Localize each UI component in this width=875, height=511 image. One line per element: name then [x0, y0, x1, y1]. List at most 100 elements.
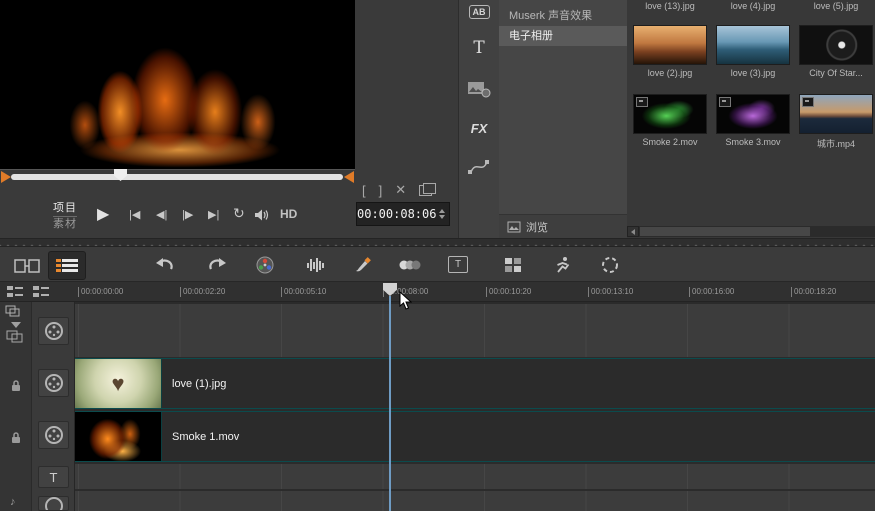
record-capture-button[interactable]	[252, 251, 278, 278]
transition-ab-icon: AB	[469, 5, 490, 19]
video-track-button[interactable]	[38, 317, 69, 345]
folder-item-muserk[interactable]: Muserk 声音效果	[499, 6, 627, 26]
library-category-toolbar: AB T FX	[458, 0, 500, 238]
video-editor-window: [ ] ✕ 项目 素材 ▶ |◀ ◀| |▶ ▶| ↻ HD 00:00:08:…	[0, 0, 875, 511]
trim-tools: [ ] ✕	[362, 182, 432, 198]
effects-button[interactable]	[396, 251, 424, 278]
prev-frame-button[interactable]: ◀|	[156, 208, 167, 221]
library-item-label[interactable]: love (2).jpg	[633, 68, 707, 78]
browse-button[interactable]: 浏览	[499, 214, 627, 238]
hd-toggle-button[interactable]: HD	[280, 207, 297, 221]
trim-handle-start[interactable]	[1, 171, 11, 183]
scroll-left-arrow-icon[interactable]	[627, 226, 639, 237]
library-thumbnail-smoke3[interactable]	[716, 94, 790, 134]
scrollbar-thumb[interactable]	[640, 227, 810, 236]
clip-smoke1[interactable]: Smoke 1.mov	[75, 411, 875, 462]
timeline-view-button[interactable]	[48, 251, 86, 280]
collapse-tracks-icon[interactable]	[11, 322, 21, 328]
title-track-row[interactable]	[75, 464, 875, 489]
film-reel-icon	[43, 320, 65, 342]
library-item-label[interactable]: Smoke 2.mov	[633, 137, 707, 147]
track-view-button-2[interactable]	[32, 283, 50, 301]
mouse-cursor	[399, 291, 412, 310]
music-track-row[interactable]	[75, 491, 875, 511]
playhead-line	[389, 296, 391, 511]
mode-clip-label[interactable]: 素材	[53, 215, 77, 231]
play-button[interactable]: ▶	[97, 204, 109, 224]
mark-out-button[interactable]: ]	[379, 183, 383, 198]
timeline-ruler[interactable]: 00:00:00:00 00:00:02:20 00:00:05:10 00:0…	[0, 282, 875, 302]
next-frame-button[interactable]: |▶	[182, 208, 193, 221]
undo-button[interactable]	[152, 251, 178, 278]
title-track-button[interactable]: T	[38, 466, 69, 488]
subtitle-editor-button[interactable]: T	[445, 251, 471, 278]
volume-icon[interactable]	[254, 208, 270, 222]
ruler-label: 00:00:13:10	[588, 287, 633, 297]
video-file-badge-icon	[636, 97, 648, 107]
loop-region-button[interactable]	[597, 251, 623, 278]
library-thumbnail-city[interactable]	[799, 94, 873, 134]
folder-item-album-selected[interactable]: 电子相册	[499, 26, 627, 46]
ruler-label: 00:00:10:20	[486, 287, 531, 297]
motion-path-icon	[467, 158, 491, 176]
library-item-label[interactable]: love (13).jpg	[633, 1, 707, 11]
browse-label: 浏览	[526, 219, 548, 235]
graphic-icon	[467, 80, 491, 98]
title-category-button[interactable]: T	[459, 38, 499, 58]
library-item-label[interactable]: love (4).jpg	[716, 1, 790, 11]
timecode-value: 00:00:08:06	[357, 207, 436, 221]
overlay-track-1-button[interactable]	[38, 369, 69, 397]
preview-video-frame	[0, 0, 355, 169]
go-end-button[interactable]: ▶|	[208, 208, 219, 221]
mark-in-button[interactable]: [	[362, 183, 366, 198]
ruler-label: 00:00:18:20	[791, 287, 836, 297]
delete-clip-button[interactable]: ✕	[395, 182, 406, 198]
library-item-label[interactable]: 城市.mp4	[799, 137, 873, 150]
timecode-spinner[interactable]	[436, 209, 449, 219]
library-thumbnail-city-of-stars[interactable]	[799, 25, 873, 65]
track-list-icon	[32, 285, 50, 299]
track-lock-icon[interactable]	[10, 379, 22, 393]
enlarge-preview-icon[interactable]	[419, 185, 432, 196]
path-category-button[interactable]	[459, 158, 499, 176]
grid-icon	[504, 257, 522, 273]
dashed-circle-icon	[601, 256, 619, 274]
repeat-button[interactable]: ↻	[233, 205, 245, 222]
music-track-button[interactable]	[38, 496, 69, 511]
subtitle-t-icon: T	[448, 256, 468, 273]
library-thumbnail-love3[interactable]	[716, 25, 790, 65]
library-thumbnail-smoke2[interactable]	[633, 94, 707, 134]
track-lock-icon[interactable]	[10, 431, 22, 445]
filter-category-button[interactable]: FX	[459, 121, 499, 136]
sound-mixer-icon	[306, 257, 326, 273]
track-ripple-icon[interactable]	[6, 329, 24, 343]
clip-love1[interactable]: ♥ love (1).jpg	[75, 358, 875, 409]
split-screen-template-button[interactable]	[500, 251, 526, 278]
storyboard-view-button[interactable]	[8, 251, 46, 280]
video-file-badge-icon	[802, 97, 814, 107]
library-horizontal-scrollbar[interactable]	[627, 226, 875, 237]
redo-button[interactable]	[204, 251, 230, 278]
library-item-label[interactable]: City Of Star...	[799, 68, 873, 78]
library-item-label[interactable]: love (5).jpg	[799, 1, 873, 11]
sound-mixer-button[interactable]	[303, 251, 329, 278]
panel-resize-grip[interactable]	[0, 238, 875, 247]
track-view-button-1[interactable]	[6, 283, 24, 301]
library-thumbnail-love2[interactable]	[633, 25, 707, 65]
library-item-label[interactable]: Smoke 3.mov	[716, 137, 790, 147]
transition-category-button[interactable]: AB	[459, 2, 499, 20]
video-file-badge-icon	[719, 97, 731, 107]
graphic-category-button[interactable]	[459, 80, 499, 98]
trim-handle-end[interactable]	[344, 171, 354, 183]
video-track-row[interactable]	[75, 304, 875, 357]
track-manager-icon[interactable]	[5, 305, 21, 318]
seek-bar[interactable]	[11, 174, 343, 180]
painting-creator-button[interactable]	[350, 251, 376, 278]
motion-tracking-button[interactable]	[550, 251, 576, 278]
preview-monitor	[0, 0, 355, 170]
overlay-track-2-button[interactable]	[38, 421, 69, 449]
library-item-label[interactable]: love (3).jpg	[716, 68, 790, 78]
title-track-t-icon: T	[50, 470, 58, 485]
go-start-button[interactable]: |◀	[129, 208, 140, 221]
timecode-display[interactable]: 00:00:08:06	[356, 202, 450, 226]
